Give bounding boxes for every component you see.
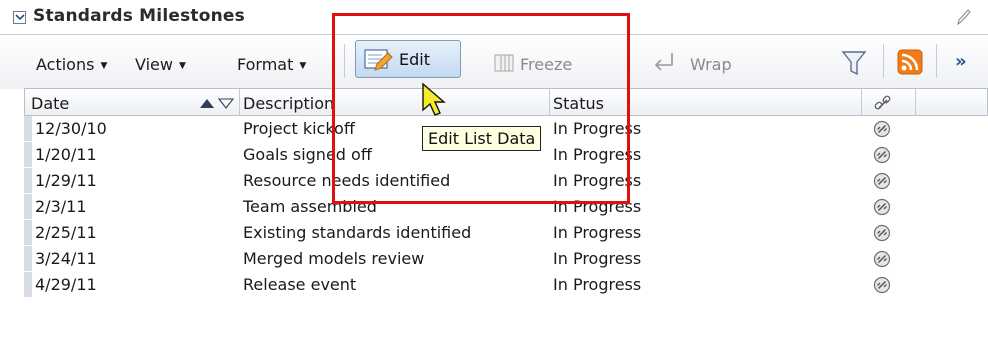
row-selector[interactable] xyxy=(24,272,32,297)
cell-date: 2/3/11 xyxy=(35,197,87,216)
link-icon[interactable] xyxy=(873,250,891,268)
pencil-icon[interactable] xyxy=(955,8,971,26)
caret-down-icon: ▼ xyxy=(100,61,108,71)
column-divider xyxy=(915,89,916,115)
row-selector[interactable] xyxy=(24,246,32,271)
collapse-toggle[interactable] xyxy=(13,11,26,24)
more-button[interactable]: » xyxy=(955,51,967,72)
link-icon[interactable] xyxy=(873,224,891,242)
column-divider xyxy=(239,89,240,115)
actions-menu[interactable]: Actions ▼ xyxy=(36,55,107,74)
link-icon[interactable] xyxy=(873,198,891,216)
wrap-button[interactable]: Wrap xyxy=(690,55,732,74)
panel-title: Standards Milestones xyxy=(33,6,245,26)
table-row[interactable]: 3/24/11 Merged models review In Progress xyxy=(0,246,988,271)
column-header-date[interactable]: Date xyxy=(31,94,69,113)
cell-status: In Progress xyxy=(553,275,642,294)
cell-date: 12/30/10 xyxy=(35,119,107,138)
cell-date: 4/29/11 xyxy=(35,275,97,294)
cursor-icon xyxy=(422,82,446,116)
highlight-box xyxy=(332,13,630,204)
format-menu[interactable]: Format ▼ xyxy=(237,55,306,74)
wrap-icon xyxy=(654,53,673,71)
cell-date: 1/20/11 xyxy=(35,145,97,164)
edit-tooltip: Edit List Data xyxy=(422,126,542,151)
table-row[interactable]: 2/25/11 Existing standards identified In P… xyxy=(0,220,988,245)
column-header-description[interactable]: Description xyxy=(243,94,334,113)
cell-date: 2/25/11 xyxy=(35,223,97,242)
cell-description: Release event xyxy=(243,275,357,294)
table-row[interactable]: 4/29/11 Release event In Progress xyxy=(0,272,988,297)
view-menu-label: View xyxy=(135,55,173,74)
link-icon[interactable] xyxy=(873,172,891,190)
view-menu[interactable]: View ▼ xyxy=(135,55,186,74)
filter-icon[interactable] xyxy=(840,48,868,78)
rss-icon[interactable] xyxy=(897,49,923,75)
row-selector[interactable] xyxy=(24,220,32,245)
link-icon[interactable] xyxy=(873,146,891,164)
sort-icon[interactable] xyxy=(199,97,235,109)
link-icon[interactable] xyxy=(873,120,891,138)
toolbar-divider xyxy=(883,44,884,78)
caret-down-icon: ▼ xyxy=(178,61,186,71)
cell-status: In Progress xyxy=(553,249,642,268)
actions-menu-label: Actions xyxy=(36,55,95,74)
row-selector[interactable] xyxy=(24,194,32,219)
cell-date: 1/29/11 xyxy=(35,171,97,190)
caret-down-icon: ▼ xyxy=(299,61,307,71)
cell-date: 3/24/11 xyxy=(35,249,97,268)
cell-description: Merged models review xyxy=(243,249,425,268)
toolbar-divider xyxy=(936,44,937,78)
column-divider xyxy=(861,89,862,115)
link-icon xyxy=(874,95,891,110)
link-icon[interactable] xyxy=(873,276,891,294)
row-selector[interactable] xyxy=(24,142,32,167)
chevron-down-icon xyxy=(15,14,25,21)
format-menu-label: Format xyxy=(237,55,294,74)
row-selector[interactable] xyxy=(24,116,32,141)
cell-status: In Progress xyxy=(553,223,642,242)
row-selector[interactable] xyxy=(24,168,32,193)
cell-description: Existing standards identified xyxy=(243,223,472,242)
